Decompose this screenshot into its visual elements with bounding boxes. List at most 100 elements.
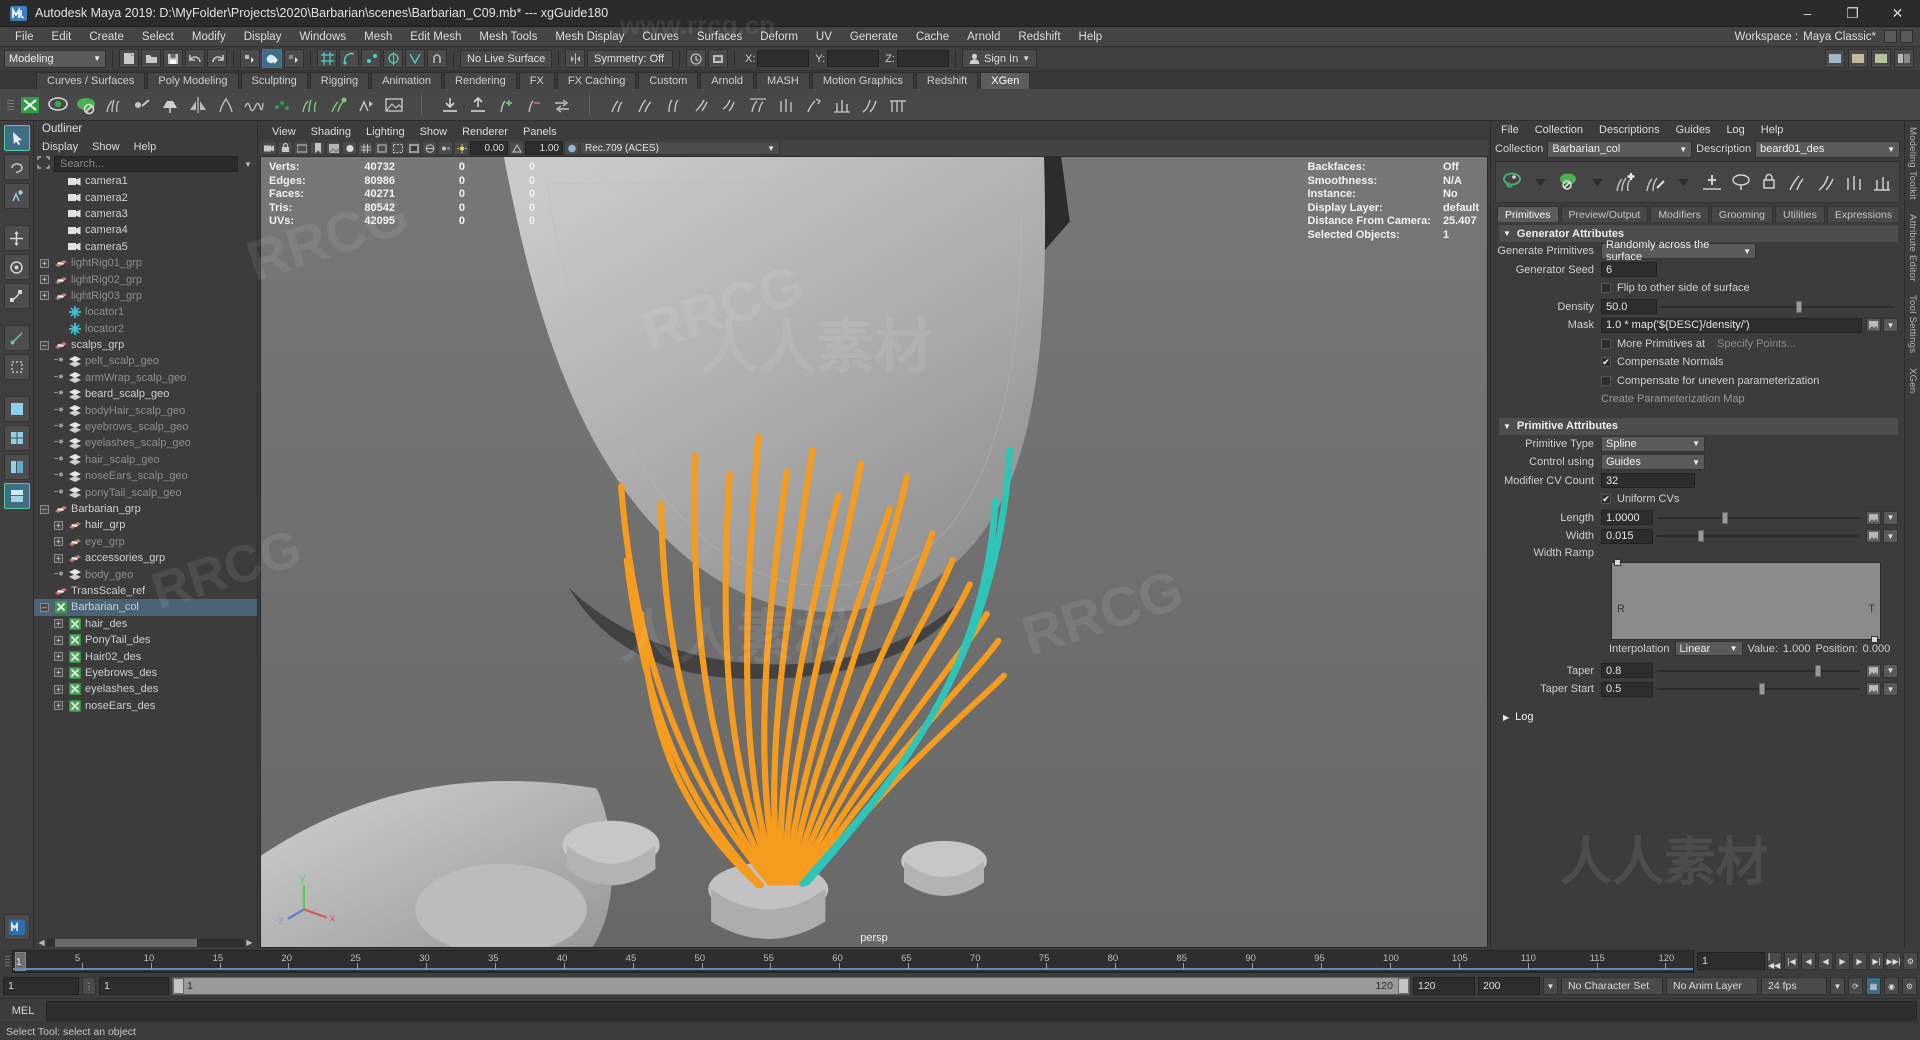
menu-item-curves[interactable]: Curves bbox=[633, 27, 687, 47]
width-ramp-widget[interactable]: R T bbox=[1611, 558, 1881, 643]
xgen-density-icon[interactable] bbox=[268, 91, 296, 119]
fps-dropdown-icon[interactable]: ▼ bbox=[1830, 977, 1845, 995]
four-view-layout-button[interactable] bbox=[3, 425, 30, 451]
maximize-button[interactable]: ❐ bbox=[1830, 0, 1875, 27]
xgen-tab-primitives[interactable]: Primitives bbox=[1497, 206, 1559, 222]
xgen-brush-c-icon[interactable] bbox=[660, 91, 688, 119]
viewport-menu-panels[interactable]: Panels bbox=[523, 126, 557, 138]
outliner-item-barbarian-grp[interactable]: – Barbarian_grp bbox=[34, 501, 257, 517]
xgen-noise-icon[interactable] bbox=[240, 91, 268, 119]
expand-icon[interactable]: + bbox=[54, 619, 63, 629]
outliner-item-eyebrows-scalp-geo[interactable]: eyebrows_scalp_geo bbox=[34, 419, 257, 435]
expand-icon[interactable]: + bbox=[40, 258, 49, 268]
range-start-field[interactable]: 1 bbox=[99, 977, 169, 995]
live-surface-field[interactable]: No Live Surface bbox=[460, 49, 552, 68]
description-combo[interactable]: beard01_des ▼ bbox=[1755, 140, 1900, 158]
select-by-component-button[interactable] bbox=[284, 49, 304, 68]
outliner-item-camera2[interactable]: camera2 bbox=[34, 189, 257, 205]
outliner-item-scalps-grp[interactable]: – scalps_grp bbox=[34, 337, 257, 353]
outliner-item-armwrap-scalp-geo[interactable]: armWrap_scalp_geo bbox=[34, 370, 257, 386]
xgen-preview-sphere-icon[interactable] bbox=[1500, 165, 1525, 199]
menu-item-surfaces[interactable]: Surfaces bbox=[688, 27, 751, 47]
collection-combo[interactable]: Barbarian_col ▼ bbox=[1547, 140, 1693, 158]
xray-icon[interactable] bbox=[422, 141, 437, 155]
panel-toggle-button[interactable] bbox=[1894, 49, 1914, 68]
save-scene-button[interactable] bbox=[163, 49, 183, 68]
right-tab-modeling-toolkit[interactable]: Modeling Toolkit bbox=[1907, 127, 1918, 200]
add-guides-icon[interactable] bbox=[1613, 165, 1639, 199]
xgen-preview-off-icon[interactable] bbox=[72, 91, 100, 119]
outliner-item-camera1[interactable]: camera1 bbox=[34, 173, 257, 189]
expand-icon[interactable]: + bbox=[54, 537, 63, 547]
control-using-combo[interactable]: Guides ▼ bbox=[1601, 454, 1705, 471]
xgen-brush-a-icon[interactable] bbox=[604, 91, 632, 119]
ramp-marker-left[interactable] bbox=[1614, 558, 1621, 566]
outliner-item-eyelashes-des[interactable]: + eyelashes_des bbox=[34, 681, 257, 697]
xgen-menu-guides[interactable]: Guides bbox=[1676, 124, 1711, 136]
expand-icon[interactable]: + bbox=[54, 652, 63, 662]
maya-badge-icon[interactable] bbox=[3, 914, 30, 940]
lasso-tool-button[interactable] bbox=[3, 154, 30, 180]
select-by-hierarchy-button[interactable] bbox=[240, 49, 260, 68]
xgen-cut-icon[interactable] bbox=[296, 91, 324, 119]
xgen-brush-k-icon[interactable] bbox=[884, 91, 912, 119]
bookmark-icon[interactable] bbox=[310, 141, 325, 155]
range-end-field[interactable]: 120 bbox=[1413, 977, 1475, 995]
ramp-marker-right[interactable] bbox=[1871, 635, 1878, 643]
collapse-icon[interactable]: – bbox=[40, 340, 49, 350]
menu-item-display[interactable]: Display bbox=[235, 27, 291, 47]
xgen-groom-brush-icon[interactable] bbox=[324, 91, 352, 119]
length-expand-button[interactable]: ▼ bbox=[1883, 510, 1898, 525]
generate-primitives-combo[interactable]: Randomly across the surface ▼ bbox=[1601, 239, 1756, 263]
outliner-item-noseears-des[interactable]: + noseEars_des bbox=[34, 698, 257, 714]
z-field[interactable] bbox=[896, 50, 949, 67]
width-expand-button[interactable]: ▼ bbox=[1883, 529, 1898, 544]
outliner-menu-display[interactable]: Display bbox=[42, 141, 78, 153]
outliner-item-transscale-ref[interactable]: TransScale_ref bbox=[34, 583, 257, 599]
colorspace-selector[interactable]: Rec.709 (ACES) ▼ bbox=[580, 141, 780, 155]
y-field[interactable] bbox=[827, 50, 880, 67]
color-management-icon[interactable] bbox=[564, 141, 579, 155]
time-slider-grip[interactable] bbox=[2, 951, 12, 971]
shelf-tab-rigging[interactable]: Rigging bbox=[309, 72, 370, 89]
groom-lock-icon[interactable] bbox=[1756, 165, 1781, 199]
outliner-item-eyelashes-scalp-geo[interactable]: eyelashes_scalp_geo bbox=[34, 435, 257, 451]
snap-to-curve-button[interactable] bbox=[339, 49, 359, 68]
exposure-value[interactable]: 0.00 bbox=[470, 141, 508, 155]
slider-handle[interactable] bbox=[1721, 511, 1728, 524]
animation-preferences-button[interactable]: ▦ bbox=[1866, 977, 1881, 995]
scroll-track[interactable] bbox=[47, 938, 244, 947]
mask-input[interactable]: 1.0 * map('${DESC}/density/') bbox=[1601, 317, 1862, 333]
create-parameterization-map-button[interactable]: Create Parameterization Map bbox=[1601, 393, 1745, 405]
flip-surface-checkbox[interactable] bbox=[1601, 283, 1611, 294]
step-back-key-button[interactable]: |◀ bbox=[1784, 952, 1799, 970]
outliner-menu-show[interactable]: Show bbox=[92, 141, 120, 153]
xgen-export-icon[interactable] bbox=[436, 91, 464, 119]
snap-to-view-plane-button[interactable] bbox=[405, 49, 425, 68]
anim-start-field[interactable]: 1 bbox=[3, 977, 79, 995]
groom-edit-icon[interactable] bbox=[1728, 165, 1753, 199]
menu-item-mesh[interactable]: Mesh bbox=[355, 27, 401, 47]
xgen-add-guide-icon[interactable] bbox=[492, 91, 520, 119]
xgen-remove-guide-icon[interactable] bbox=[520, 91, 548, 119]
current-frame-field[interactable]: 1 bbox=[1697, 952, 1765, 970]
step-forward-button[interactable]: ▶ bbox=[1852, 952, 1867, 970]
construction-history-button[interactable] bbox=[686, 49, 706, 68]
width-input[interactable]: 0.015 bbox=[1601, 528, 1653, 544]
expand-icon[interactable]: + bbox=[54, 701, 63, 711]
playblast-button[interactable]: ◉ bbox=[1884, 977, 1899, 995]
outliner-item-eyebrows-des[interactable]: + Eyebrows_des bbox=[34, 665, 257, 681]
menuset-selector[interactable]: Modeling ▼ bbox=[4, 49, 106, 68]
log-section-header[interactable]: ▶ Log bbox=[1499, 708, 1898, 726]
viewport-menu-renderer[interactable]: Renderer bbox=[462, 126, 508, 138]
paint-select-tool-button[interactable] bbox=[3, 183, 30, 209]
slider-handle[interactable] bbox=[1697, 530, 1704, 543]
outliner-search-input[interactable]: Search... bbox=[54, 156, 238, 172]
exposure-icon[interactable] bbox=[454, 141, 469, 155]
shelf-tab-xgen[interactable]: XGen bbox=[980, 72, 1031, 89]
groom-add-icon[interactable] bbox=[1700, 165, 1725, 199]
outliner-tree[interactable]: camera1 camera2 camera3 camera4 camera5 + ligh… bbox=[34, 173, 257, 937]
outliner-item-locator2[interactable]: locator2 bbox=[34, 321, 257, 337]
render-settings-button[interactable] bbox=[708, 49, 728, 68]
groom-brush4-icon[interactable] bbox=[1870, 165, 1895, 199]
